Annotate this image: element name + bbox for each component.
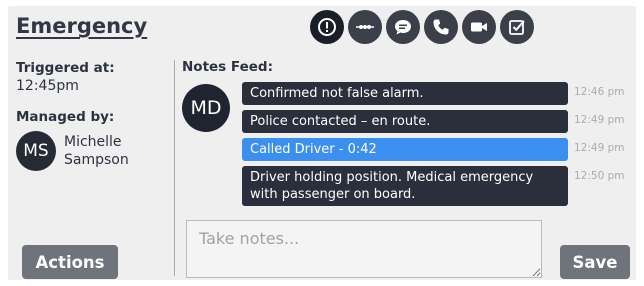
checkbox-icon[interactable]: [500, 10, 534, 44]
actions-button[interactable]: Actions: [22, 245, 118, 279]
chat-icon[interactable]: [386, 10, 420, 44]
column-divider: [174, 60, 175, 276]
notes-feed-label: Notes Feed:: [182, 59, 273, 75]
manager-info: MS Michelle Sampson: [16, 131, 168, 171]
note-message-highlighted[interactable]: Called Driver - 0:42: [242, 138, 568, 161]
manager-avatar: MS: [16, 131, 56, 171]
video-icon[interactable]: [462, 10, 496, 44]
page-title: Emergency: [16, 14, 148, 38]
sidebar: Triggered at: 12:45pm Managed by: MS Mic…: [16, 60, 168, 171]
note-message: Police contacted – en route.: [242, 110, 568, 133]
manager-first-name: Michelle: [64, 134, 122, 150]
note-message: Driver holding position. Medical emergen…: [242, 166, 568, 206]
author-avatar: MD: [182, 84, 230, 132]
note-time: 12:50 pm: [574, 170, 625, 182]
triggered-label: Triggered at:: [16, 60, 115, 76]
alert-icon[interactable]: [310, 10, 344, 44]
note-time: 12:49 pm: [574, 114, 625, 126]
note-time: 12:46 pm: [574, 86, 625, 98]
note-message: Confirmed not false alarm.: [242, 82, 568, 105]
managed-label: Managed by:: [16, 109, 115, 125]
phone-icon[interactable]: [424, 10, 458, 44]
triggered-time: 12:45pm: [16, 78, 79, 94]
manager-name: Michelle Sampson: [64, 133, 129, 169]
notes-input[interactable]: [186, 220, 542, 278]
action-icon-row: [310, 10, 534, 44]
ellipsis-icon[interactable]: [348, 10, 382, 44]
save-button[interactable]: Save: [560, 245, 630, 279]
manager-last-name: Sampson: [64, 152, 129, 168]
note-time: 12:49 pm: [574, 142, 625, 154]
